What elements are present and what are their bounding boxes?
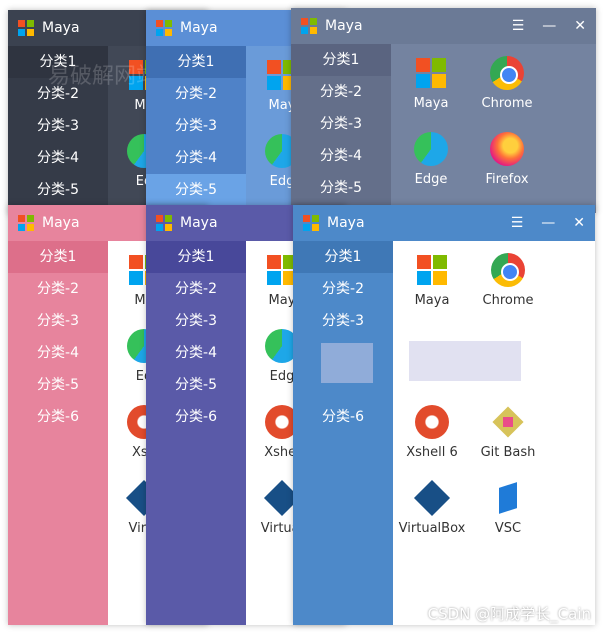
app-maya[interactable]: Maya	[393, 48, 469, 111]
chrome-icon	[490, 56, 524, 90]
sidebar: 分类1 分类-2 分类-3 分类-4 分类-5 分类-6	[146, 241, 246, 625]
window-lightblue: Maya ☰ — ✕ 分类1 分类-2 分类-3 分类-6 Maya Chrom…	[293, 205, 595, 625]
window-title: Maya	[42, 215, 80, 231]
window-title: Maya	[180, 215, 218, 231]
sidebar-item-4[interactable]: 分类-4	[146, 142, 246, 174]
sidebar-item-6[interactable]: 分类-6	[293, 401, 393, 433]
sidebar: 分类1 分类-2 分类-3 分类-4 分类-5 分类-6	[8, 241, 108, 625]
app-chrome[interactable]: Chrome	[470, 245, 546, 308]
window-title: Maya	[325, 18, 363, 34]
sidebar-item-5[interactable]: 分类-5	[146, 369, 246, 401]
xshell-icon	[415, 405, 449, 439]
sidebar-item-1[interactable]: 分类1	[8, 46, 108, 78]
virtualbox-icon	[413, 479, 451, 517]
sidebar-item-3[interactable]: 分类-3	[146, 305, 246, 337]
chrome-icon	[491, 253, 525, 287]
app-vsc[interactable]: VSC	[470, 473, 546, 536]
sidebar-item-4[interactable]: 分类-4	[8, 142, 108, 174]
sidebar-item-5[interactable]: 分类-5	[291, 172, 391, 204]
windows-logo-icon	[301, 18, 317, 34]
windows-logo-icon	[156, 215, 172, 231]
sidebar-item-2[interactable]: 分类-2	[293, 273, 393, 305]
sidebar: 分类1 分类-2 分类-3 分类-4 分类-5	[146, 46, 246, 215]
sidebar: 分类1 分类-2 分类-3 分类-4 分类-5	[291, 44, 391, 213]
blurred-watermark-region	[409, 341, 521, 381]
window-title: Maya	[327, 215, 365, 231]
sidebar-item-2[interactable]: 分类-2	[146, 273, 246, 305]
titlebar[interactable]: Maya ☰ — ✕	[293, 205, 595, 241]
app-firefox[interactable]: Firefox	[469, 124, 545, 187]
app-virtualbox[interactable]: VirtualBox	[394, 473, 470, 536]
content-area: Maya Chrome Edge Firefox	[391, 44, 596, 213]
sidebar: 分类1 分类-2 分类-3 分类-6	[293, 241, 393, 625]
content-area: Maya Chrome Xshell 6 Git Bash VirtualBox	[393, 241, 595, 625]
sidebar-item-6[interactable]: 分类-6	[8, 401, 108, 433]
sidebar-item-1[interactable]: 分类1	[146, 46, 246, 78]
vsc-icon	[491, 481, 525, 515]
sidebar-item-5[interactable]: 分类-5	[8, 369, 108, 401]
sidebar-item-5[interactable]: 分类-5	[146, 174, 246, 206]
sidebar-item-2[interactable]: 分类-2	[8, 78, 108, 110]
minimize-icon[interactable]: —	[541, 216, 555, 230]
sidebar-item-3[interactable]: 分类-3	[291, 108, 391, 140]
sidebar-item-3[interactable]: 分类-3	[293, 305, 393, 337]
sidebar-item-1[interactable]: 分类1	[291, 44, 391, 76]
sidebar-item-2[interactable]: 分类-2	[146, 78, 246, 110]
sidebar-item-1[interactable]: 分类1	[293, 241, 393, 273]
sidebar-item-1[interactable]: 分类1	[8, 241, 108, 273]
app-xshell[interactable]: Xshell 6	[394, 397, 470, 460]
edge-icon	[414, 132, 448, 166]
menu-icon[interactable]: ☰	[511, 216, 524, 230]
blurred-sidebar-region	[321, 343, 373, 383]
window-controls: ☰ — ✕	[511, 205, 585, 241]
close-icon[interactable]: ✕	[573, 216, 585, 230]
maya-icon	[414, 56, 448, 90]
csdn-watermark: CSDN @阿成学长_Cain	[427, 605, 591, 623]
titlebar[interactable]: Maya ☰ — ✕	[291, 8, 596, 44]
windows-logo-icon	[18, 215, 34, 231]
windows-logo-icon	[156, 20, 172, 36]
app-chrome[interactable]: Chrome	[469, 48, 545, 111]
sidebar-item-3[interactable]: 分类-3	[146, 110, 246, 142]
window-title: Maya	[42, 20, 80, 36]
sidebar-item-3[interactable]: 分类-3	[8, 110, 108, 142]
gitbash-icon	[491, 405, 525, 439]
sidebar-item-2[interactable]: 分类-2	[291, 76, 391, 108]
sidebar-item-3[interactable]: 分类-3	[8, 305, 108, 337]
minimize-icon[interactable]: —	[542, 19, 556, 33]
window-slate: Maya ☰ — ✕ 分类1 分类-2 分类-3 分类-4 分类-5 Maya	[291, 8, 596, 213]
menu-icon[interactable]: ☰	[512, 19, 525, 33]
sidebar-item-4[interactable]: 分类-4	[8, 337, 108, 369]
firefox-icon	[490, 132, 524, 166]
windows-logo-icon	[303, 215, 319, 231]
app-gitbash[interactable]: Git Bash	[470, 397, 546, 460]
sidebar-item-6[interactable]: 分类-6	[146, 401, 246, 433]
window-title: Maya	[180, 20, 218, 36]
sidebar-item-4[interactable]: 分类-4	[146, 337, 246, 369]
sidebar-item-1[interactable]: 分类1	[146, 241, 246, 273]
app-maya[interactable]: Maya	[394, 245, 470, 308]
sidebar-item-2[interactable]: 分类-2	[8, 273, 108, 305]
sidebar: 分类1 分类-2 分类-3 分类-4 分类-5	[8, 46, 108, 215]
app-edge[interactable]: Edge	[393, 124, 469, 187]
window-controls: ☰ — ✕	[512, 8, 586, 44]
sidebar-item-4[interactable]: 分类-4	[291, 140, 391, 172]
maya-icon	[415, 253, 449, 287]
sidebar-item-5[interactable]: 分类-5	[8, 174, 108, 206]
windows-logo-icon	[18, 20, 34, 36]
close-icon[interactable]: ✕	[574, 19, 586, 33]
